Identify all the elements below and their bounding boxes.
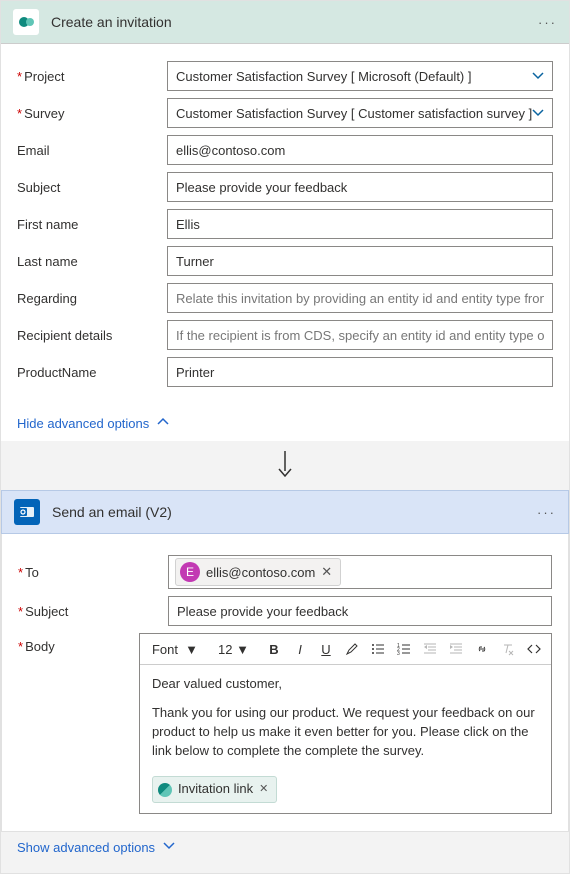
invitation-link-token[interactable]: Invitation link ✕: [152, 776, 277, 803]
survey-select[interactable]: Customer Satisfaction Survey [ Customer …: [167, 98, 553, 128]
svg-text:3: 3: [397, 651, 400, 656]
outlook-app-icon: [14, 499, 40, 525]
invitation-menu-button[interactable]: ···: [538, 15, 557, 30]
regarding-input[interactable]: [167, 283, 553, 313]
indent-button[interactable]: [445, 638, 467, 660]
email-menu-button[interactable]: ···: [537, 505, 556, 520]
invitation-header: Create an invitation ···: [1, 1, 569, 44]
bullet-list-button[interactable]: [367, 638, 389, 660]
chevron-down-icon: [163, 840, 175, 855]
subject-input[interactable]: [167, 172, 553, 202]
number-list-button[interactable]: 123: [393, 638, 415, 660]
last-name-input[interactable]: [167, 246, 553, 276]
project-label: Project: [24, 69, 64, 84]
project-select[interactable]: Customer Satisfaction Survey [ Microsoft…: [167, 61, 553, 91]
clear-format-button[interactable]: [497, 638, 519, 660]
email-title: Send an email (V2): [52, 504, 537, 520]
email-subject-label: Subject: [25, 604, 68, 619]
last-name-label: Last name: [17, 254, 78, 269]
first-name-input[interactable]: [167, 209, 553, 239]
recipient-input[interactable]: [167, 320, 553, 350]
email-body: *To E ellis@contoso.com ✕ *Subject *Body: [1, 534, 569, 832]
to-label: To: [25, 565, 39, 580]
code-view-button[interactable]: [523, 638, 545, 660]
italic-button[interactable]: I: [289, 638, 311, 660]
remove-token-icon[interactable]: ✕: [259, 782, 268, 798]
survey-label: Survey: [24, 106, 64, 121]
outdent-button[interactable]: [419, 638, 441, 660]
subject-label: Subject: [17, 180, 60, 195]
avatar: E: [180, 562, 200, 582]
email-header: Send an email (V2) ···: [1, 490, 569, 534]
highlight-button[interactable]: [341, 638, 363, 660]
chevron-up-icon: [157, 416, 169, 431]
flow-arrow: [1, 441, 569, 490]
underline-button[interactable]: U: [315, 638, 337, 660]
email-label: Email: [17, 143, 50, 158]
rte-content[interactable]: Dear valued customer, Thank you for usin…: [140, 665, 551, 813]
to-field[interactable]: E ellis@contoso.com ✕: [168, 555, 552, 589]
regarding-label: Regarding: [17, 291, 77, 306]
invitation-body: *Project Customer Satisfaction Survey [ …: [1, 44, 569, 408]
body-label: Body: [25, 639, 55, 654]
rich-text-editor: Font ▼ 12 ▼ B I U 123: [139, 633, 552, 814]
rte-toolbar: Font ▼ 12 ▼ B I U 123: [140, 634, 551, 665]
remove-chip-icon[interactable]: ✕: [321, 564, 332, 580]
invitation-title: Create an invitation: [51, 14, 538, 30]
forms-app-icon: [13, 9, 39, 35]
font-size-selector[interactable]: 12 ▼: [214, 640, 253, 659]
forms-icon: [158, 783, 172, 797]
bold-button[interactable]: B: [263, 638, 285, 660]
email-input[interactable]: [167, 135, 553, 165]
first-name-label: First name: [17, 217, 78, 232]
email-subject-input[interactable]: [168, 596, 552, 626]
recipient-label: Recipient details: [17, 328, 112, 343]
product-name-input[interactable]: [167, 357, 553, 387]
body-paragraph: Thank you for using our product. We requ…: [152, 704, 539, 761]
show-advanced-options-link[interactable]: Show advanced options: [1, 832, 569, 865]
product-name-label: ProductName: [17, 365, 96, 380]
recipient-chip[interactable]: E ellis@contoso.com ✕: [175, 558, 341, 586]
font-selector[interactable]: Font ▼: [146, 640, 204, 659]
chevron-down-icon: [532, 107, 544, 122]
body-greeting: Dear valued customer,: [152, 675, 539, 694]
hide-advanced-options-link[interactable]: Hide advanced options: [1, 408, 569, 441]
chevron-down-icon: [532, 70, 544, 85]
link-button[interactable]: [471, 638, 493, 660]
